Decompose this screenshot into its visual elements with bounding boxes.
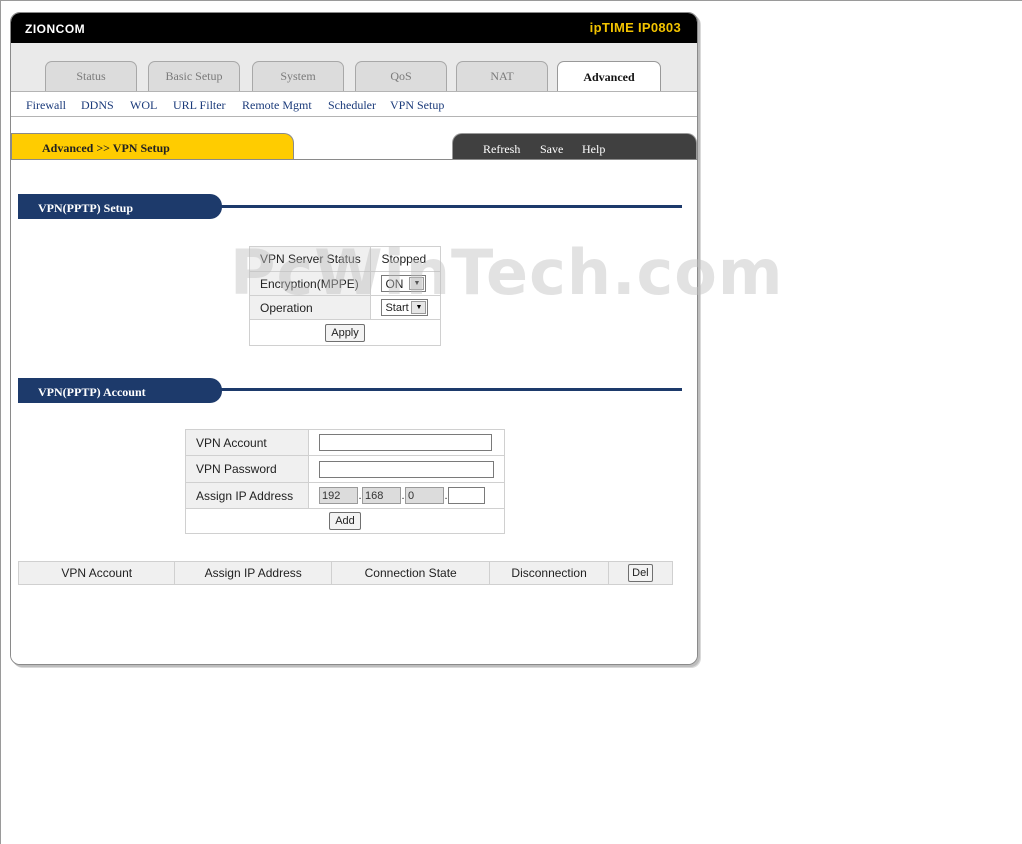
delete-button[interactable]: Del <box>628 564 653 582</box>
subnav-wol[interactable]: WOL <box>130 98 157 113</box>
subnav-scheduler[interactable]: Scheduler <box>328 98 376 113</box>
column-header: Disconnection <box>489 561 609 585</box>
assign-ip-label: Assign IP Address <box>185 482 309 509</box>
tab-nat[interactable]: NAT <box>456 61 548 91</box>
subnav-url-filter[interactable]: URL Filter <box>173 98 226 113</box>
main-tab-bar: Status Basic Setup System QoS NAT Advanc… <box>11 43 697 92</box>
vpn-account-list: VPN Account Assign IP Address Connection… <box>17 561 674 585</box>
vpn-account-label: VPN Account <box>185 429 309 456</box>
help-link[interactable]: Help <box>582 142 605 157</box>
ip-octet-1[interactable] <box>319 487 358 504</box>
vpn-account-section-title: VPN(PPTP) Account <box>38 385 146 399</box>
ip-octet-3[interactable] <box>405 487 444 504</box>
server-status-label: VPN Server Status <box>248 246 372 272</box>
encryption-select[interactable]: ON ▼ <box>381 275 427 292</box>
column-header: Connection State <box>330 561 491 585</box>
content-area <box>11 159 697 664</box>
breadcrumb-tab: Advanced >> VPN Setup <box>11 133 294 159</box>
column-header: VPN Account <box>17 561 176 585</box>
vpn-account-section-rule <box>221 388 682 391</box>
vpn-account-input[interactable] <box>319 434 492 451</box>
vpn-password-label: VPN Password <box>185 455 309 483</box>
window-left-border <box>0 0 1 844</box>
subnav-ddns[interactable]: DDNS <box>81 98 114 113</box>
save-link[interactable]: Save <box>540 142 563 157</box>
table-header-row: VPN Account Assign IP Address Connection… <box>17 561 674 585</box>
model-name: ipTIME IP0803 <box>589 20 681 35</box>
chevron-down-icon: ▼ <box>411 301 427 314</box>
encryption-selected-value: ON <box>385 276 404 291</box>
encryption-label: Encryption(MPPE) <box>248 271 372 296</box>
title-bar: ZIONCOM ipTIME IP0803 <box>11 13 697 43</box>
operation-selected-value: Start <box>385 301 409 314</box>
vpn-setup-section-title: VPN(PPTP) Setup <box>38 201 133 215</box>
ip-octet-2[interactable] <box>362 487 401 504</box>
vpn-account-form: VPN Account VPN Password Assign IP Addre… <box>185 429 505 534</box>
tab-basic-setup[interactable]: Basic Setup <box>148 61 240 91</box>
vpn-password-input[interactable] <box>319 460 494 478</box>
chevron-down-icon: ▼ <box>409 277 425 290</box>
vpn-setup-table: VPN Server Status Stopped Encryption(MPP… <box>248 246 441 346</box>
operation-select[interactable]: Start ▼ <box>381 299 429 316</box>
tab-qos[interactable]: QoS <box>355 61 447 91</box>
operation-label: Operation <box>248 295 372 320</box>
sub-navigation: Firewall DDNS WOL URL Filter Remote Mgmt… <box>11 91 697 117</box>
subnav-vpn-setup[interactable]: VPN Setup <box>390 98 444 113</box>
breadcrumb: Advanced >> VPN Setup <box>42 141 170 155</box>
refresh-link[interactable]: Refresh <box>483 142 520 157</box>
vpn-setup-section-header: VPN(PPTP) Setup <box>18 194 222 219</box>
window-top-border <box>0 0 1022 1</box>
vpn-account-section-header: VPN(PPTP) Account <box>18 378 222 403</box>
subnav-remote-mgmt[interactable]: Remote Mgmt <box>242 98 312 113</box>
tab-system[interactable]: System <box>252 61 344 91</box>
vpn-setup-section-rule <box>221 205 682 208</box>
subnav-firewall[interactable]: Firewall <box>26 98 66 113</box>
apply-button[interactable]: Apply <box>325 323 365 342</box>
ip-octet-4[interactable] <box>448 487 485 504</box>
tab-advanced[interactable]: Advanced <box>557 61 661 92</box>
server-status-value: Stopped <box>370 246 441 272</box>
add-button[interactable]: Add <box>329 512 361 530</box>
tab-status[interactable]: Status <box>45 61 137 91</box>
column-header: Assign IP Address <box>174 561 332 585</box>
action-bar: Refresh Save Help <box>452 133 697 161</box>
brand-logo: ZIONCOM <box>25 22 86 36</box>
